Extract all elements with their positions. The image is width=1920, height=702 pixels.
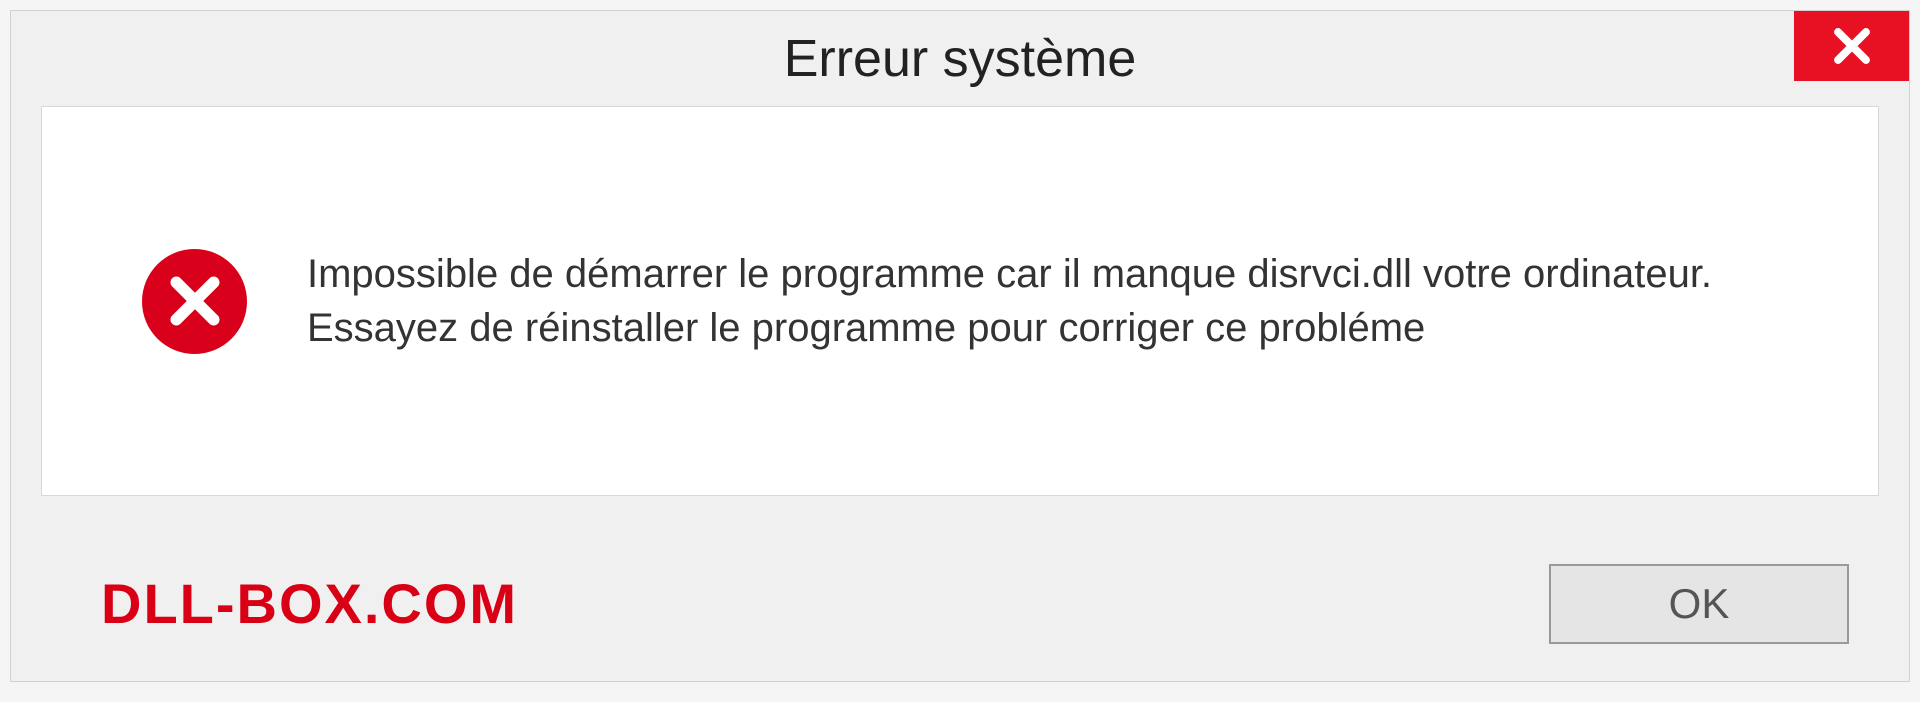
close-button[interactable] xyxy=(1794,11,1909,81)
close-icon xyxy=(1831,25,1873,67)
error-message: Impossible de démarrer le programme car … xyxy=(307,247,1778,355)
titlebar: Erreur système xyxy=(11,11,1909,106)
dialog-footer: DLL-BOX.COM OK xyxy=(11,526,1909,681)
ok-button-label: OK xyxy=(1669,580,1730,628)
content-area: Impossible de démarrer le programme car … xyxy=(41,106,1879,496)
error-icon xyxy=(142,249,247,354)
watermark-text: DLL-BOX.COM xyxy=(101,571,518,636)
dialog-title: Erreur système xyxy=(784,29,1137,89)
ok-button[interactable]: OK xyxy=(1549,564,1849,644)
error-dialog: Erreur système Impossible de démarrer le… xyxy=(10,10,1910,682)
